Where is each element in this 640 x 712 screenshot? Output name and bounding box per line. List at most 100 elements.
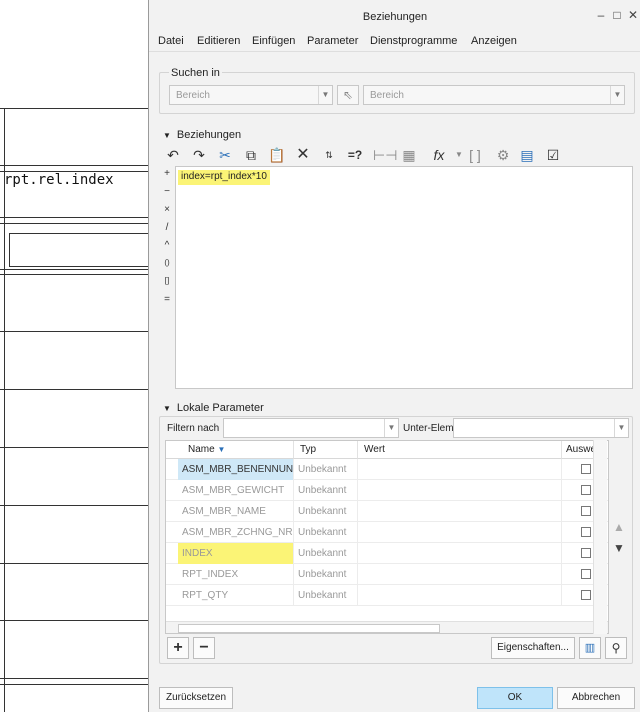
- undo-icon[interactable]: ↶: [163, 146, 183, 164]
- row-name[interactable]: INDEX: [178, 543, 294, 564]
- row-checkbox[interactable]: [581, 464, 591, 474]
- row-checkbox[interactable]: [581, 548, 591, 558]
- table-line: [0, 620, 150, 621]
- column-header-typ[interactable]: Typ: [294, 441, 358, 459]
- table-line: [0, 108, 150, 109]
- row-wert[interactable]: [358, 564, 562, 585]
- table-row[interactable]: ASM_MBR_GEWICHT Unbekannt: [166, 480, 608, 501]
- column-header-wert[interactable]: Wert: [358, 441, 562, 459]
- menu-parameter[interactable]: Parameter: [307, 35, 358, 47]
- row-wert[interactable]: [358, 522, 562, 543]
- search-area-combo[interactable]: Bereich ▼: [363, 85, 625, 105]
- report-cell-text: rpt.rel.index: [4, 172, 114, 188]
- image-icon[interactable]: ▦: [399, 146, 419, 164]
- table-line: [0, 331, 150, 332]
- table-row[interactable]: ASM_MBR_BENENNUNG Unbekannt: [166, 459, 608, 480]
- display-icon[interactable]: ▤: [517, 146, 537, 164]
- window-title: Beziehungen: [362, 11, 428, 23]
- relation-line[interactable]: index=rpt_index*10: [178, 170, 270, 185]
- title-bar: Beziehungen – □ ✕: [149, 0, 640, 32]
- op-power[interactable]: ^: [161, 240, 173, 251]
- search-group-label: Suchen in: [169, 67, 222, 79]
- row-typ: Unbekannt: [294, 480, 358, 501]
- remove-parameter-button[interactable]: −: [193, 637, 215, 659]
- paste-icon[interactable]: 📋: [267, 146, 287, 164]
- menu-anzeigen[interactable]: Anzeigen: [471, 35, 517, 47]
- row-checkbox[interactable]: [581, 569, 591, 579]
- relations-dialog: Beziehungen – □ ✕ Datei Editieren Einfüg…: [148, 0, 640, 712]
- minimize-button[interactable]: –: [593, 8, 609, 22]
- op-brackets[interactable]: []: [161, 276, 173, 285]
- menu-dienstprogramme[interactable]: Dienstprogramme: [370, 35, 457, 47]
- column-header-name[interactable]: Name ▼: [166, 441, 294, 459]
- op-divide[interactable]: /: [161, 222, 173, 233]
- move-up-icon[interactable]: ▲: [613, 520, 625, 534]
- row-checkbox[interactable]: [581, 506, 591, 516]
- menu-datei[interactable]: Datei: [158, 35, 184, 47]
- op-equals[interactable]: =: [161, 294, 173, 305]
- cut-icon[interactable]: ✂: [215, 146, 235, 164]
- sort-icon[interactable]: ⇅: [319, 146, 339, 164]
- op-times[interactable]: ×: [161, 204, 173, 215]
- cancel-button[interactable]: Abbrechen: [557, 687, 635, 709]
- move-down-icon[interactable]: ▼: [613, 541, 625, 555]
- row-name[interactable]: RPT_QTY: [178, 585, 294, 606]
- menu-editieren[interactable]: Editieren: [197, 35, 240, 47]
- row-name[interactable]: ASM_MBR_BENENNUNG: [178, 459, 294, 480]
- row-name[interactable]: ASM_MBR_NAME: [178, 501, 294, 522]
- table-row[interactable]: INDEX Unbekannt: [166, 543, 608, 564]
- settings-icon[interactable]: ⚙: [493, 146, 513, 164]
- table-columns-icon[interactable]: ▥: [579, 637, 601, 659]
- relations-editor[interactable]: index=rpt_index*10: [175, 166, 633, 389]
- row-wert[interactable]: [358, 501, 562, 522]
- scrollbar-thumb[interactable]: [178, 624, 440, 633]
- row-wert[interactable]: [358, 543, 562, 564]
- pick-icon[interactable]: ⇖: [337, 85, 359, 105]
- function-icon[interactable]: fx: [429, 146, 449, 164]
- vertical-scrollbar[interactable]: [593, 440, 607, 634]
- table-row[interactable]: ASM_MBR_ZCHNG_NR Unbekannt: [166, 522, 608, 543]
- ok-button[interactable]: OK: [477, 687, 553, 709]
- op-plus[interactable]: +: [161, 168, 173, 179]
- row-typ: Unbekannt: [294, 501, 358, 522]
- menu-einfuegen[interactable]: Einfügen: [252, 35, 295, 47]
- add-parameter-button[interactable]: +: [167, 637, 189, 659]
- measure-icon[interactable]: ⊢⊣: [373, 146, 397, 164]
- close-button[interactable]: ✕: [625, 8, 640, 22]
- reset-button[interactable]: Zurücksetzen: [159, 687, 233, 709]
- row-name[interactable]: ASM_MBR_GEWICHT: [178, 480, 294, 501]
- chevron-down-icon: ▼: [318, 86, 332, 104]
- table-row[interactable]: ASM_MBR_NAME Unbekannt: [166, 501, 608, 522]
- row-wert[interactable]: [358, 480, 562, 501]
- table-row[interactable]: RPT_QTY Unbekannt: [166, 585, 608, 606]
- bracket-icon[interactable]: [ ]: [465, 146, 485, 164]
- table-line: [0, 223, 150, 224]
- search-scope-combo[interactable]: Bereich ▼: [169, 85, 333, 105]
- redo-icon[interactable]: ↷: [189, 146, 209, 164]
- verify-icon[interactable]: ☑: [543, 146, 563, 164]
- row-checkbox[interactable]: [581, 527, 591, 537]
- sub-element-combo[interactable]: ▼: [453, 418, 629, 438]
- properties-button[interactable]: Eigenschaften...: [491, 637, 575, 659]
- row-checkbox[interactable]: [581, 485, 591, 495]
- local-params-section-header[interactable]: ▼ Lokale Parameter: [163, 402, 264, 414]
- evaluate-icon[interactable]: =?: [345, 146, 365, 164]
- horizontal-scrollbar[interactable]: [166, 621, 608, 633]
- copy-icon[interactable]: ⧉: [241, 146, 261, 164]
- delete-icon[interactable]: ✕: [293, 146, 313, 164]
- filter-label: Filtern nach: [167, 423, 220, 434]
- binoculars-icon[interactable]: ⚲: [605, 637, 627, 659]
- table-line: [0, 269, 150, 270]
- table-row[interactable]: RPT_INDEX Unbekannt: [166, 564, 608, 585]
- row-wert[interactable]: [358, 585, 562, 606]
- table-line: [0, 389, 150, 390]
- relations-section-header[interactable]: ▼ Beziehungen: [163, 129, 241, 141]
- maximize-button[interactable]: □: [609, 8, 625, 22]
- row-wert[interactable]: [358, 459, 562, 480]
- row-name[interactable]: ASM_MBR_ZCHNG_NR: [178, 522, 294, 543]
- op-minus[interactable]: −: [161, 186, 173, 197]
- op-parens[interactable]: (): [161, 258, 173, 267]
- filter-combo[interactable]: ▼: [223, 418, 399, 438]
- row-checkbox[interactable]: [581, 590, 591, 600]
- row-name[interactable]: RPT_INDEX: [178, 564, 294, 585]
